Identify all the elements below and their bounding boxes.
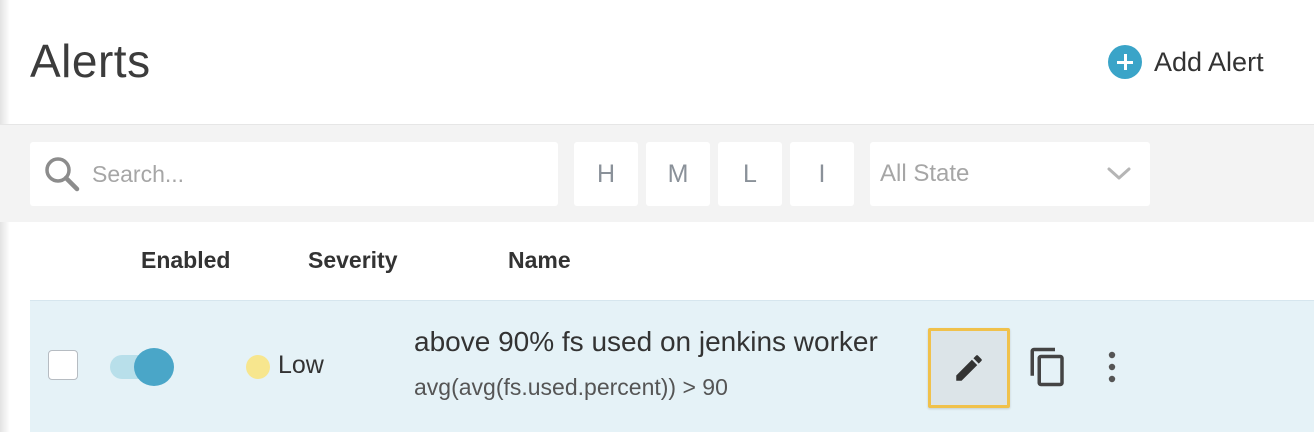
enabled-toggle[interactable] xyxy=(110,348,174,386)
search-input[interactable] xyxy=(92,160,532,188)
state-select-value: All State xyxy=(880,160,970,187)
edit-button[interactable] xyxy=(928,328,1010,408)
search-icon xyxy=(45,157,80,192)
search-box[interactable] xyxy=(30,142,558,206)
alert-query: avg(avg(fs.used.percent)) > 90 xyxy=(414,374,728,400)
copy-button[interactable] xyxy=(1026,344,1070,390)
severity-filter-high[interactable]: H xyxy=(574,142,638,206)
page-title: Alerts xyxy=(30,35,151,87)
more-options-button[interactable] xyxy=(1098,346,1126,388)
severity-dot xyxy=(246,355,270,379)
severity-filter-info[interactable]: I xyxy=(790,142,854,206)
column-header-name[interactable]: Name xyxy=(508,247,571,274)
pencil-icon xyxy=(956,355,982,381)
chevron-down-icon xyxy=(1107,167,1131,180)
severity-filter-low[interactable]: L xyxy=(718,142,782,206)
more-vertical-icon xyxy=(1108,351,1116,383)
state-filter-select[interactable]: All State xyxy=(870,142,1150,206)
column-header-severity[interactable]: Severity xyxy=(308,247,398,274)
plus-circle-icon xyxy=(1108,45,1142,79)
row-select-checkbox[interactable] xyxy=(48,350,78,380)
toggle-knob xyxy=(134,348,174,386)
alert-name[interactable]: above 90% fs used on jenkins worker xyxy=(414,326,878,358)
copy-icon xyxy=(1030,347,1064,387)
add-alert-label: Add Alert xyxy=(1154,46,1264,77)
severity-label: Low xyxy=(278,351,324,379)
severity-filter-medium[interactable]: M xyxy=(646,142,710,206)
add-alert-button[interactable]: Add Alert xyxy=(1108,44,1264,80)
column-header-enabled[interactable]: Enabled xyxy=(141,247,230,274)
